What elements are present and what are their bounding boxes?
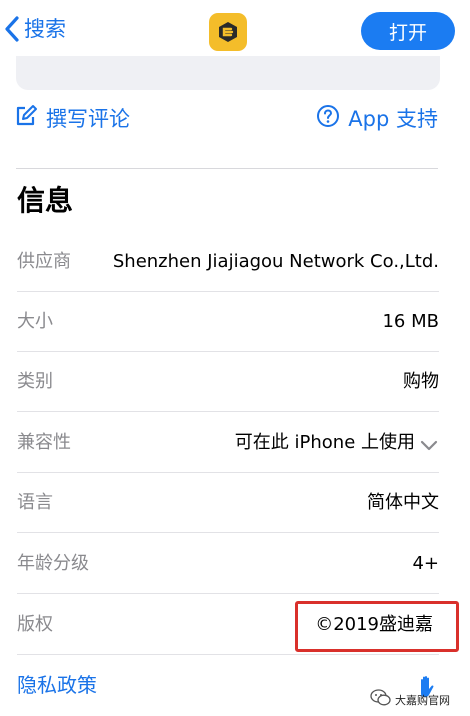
provider-label: 供应商: [17, 251, 71, 272]
compatibility-value: 可在此 iPhone 上使用: [234, 432, 415, 453]
write-review-label: 撰写评论: [46, 107, 130, 131]
age-rating-label: 年龄分级: [17, 553, 89, 574]
language-label: 语言: [17, 492, 53, 513]
nav-bar: 搜索 打开: [0, 0, 470, 60]
compose-icon: [14, 104, 38, 132]
row-separator: [17, 411, 439, 412]
chevron-down-icon[interactable]: [420, 436, 438, 455]
previous-section-card: [16, 56, 440, 90]
watermark: 大嘉购官网: [370, 688, 450, 712]
language-value: 简体中文: [367, 492, 439, 513]
app-logo-icon: [209, 13, 247, 51]
app-support-button[interactable]: App 支持: [316, 100, 438, 136]
app-support-label: App 支持: [348, 107, 438, 131]
category-label: 类别: [17, 371, 53, 392]
copyright-highlight-box: [295, 601, 459, 652]
info-row-category: 类别 购物: [17, 352, 439, 412]
help-circle-icon: [316, 104, 340, 132]
row-separator: [17, 593, 439, 594]
size-label: 大小: [17, 311, 53, 332]
write-review-button[interactable]: 撰写评论: [14, 100, 130, 136]
size-value: 16 MB: [382, 311, 439, 332]
age-rating-value: 4+: [412, 553, 439, 574]
watermark-text: 大嘉购官网: [395, 694, 450, 707]
section-divider: [16, 168, 438, 169]
row-separator: [17, 654, 439, 655]
info-row-size: 大小 16 MB: [17, 292, 439, 352]
back-label: 搜索: [24, 17, 66, 41]
provider-value: Shenzhen Jiajiagou Network Co.,Ltd.: [112, 251, 439, 272]
row-separator: [17, 532, 439, 533]
section-title: 信息: [17, 184, 74, 217]
chevron-left-icon: [4, 15, 20, 43]
info-row-language: 语言 简体中文: [17, 473, 439, 533]
privacy-policy-link[interactable]: 隐私政策: [17, 668, 97, 702]
info-row-age-rating: 年龄分级 4+: [17, 534, 439, 594]
info-row-compatibility[interactable]: 兼容性 可在此 iPhone 上使用: [17, 413, 439, 473]
info-row-provider: 供应商 Shenzhen Jiajiagou Network Co.,Ltd.: [17, 232, 439, 292]
category-value: 购物: [403, 371, 439, 392]
open-button[interactable]: 打开: [361, 12, 455, 50]
wechat-icon: [370, 688, 392, 712]
compatibility-label: 兼容性: [17, 432, 71, 453]
copyright-label: 版权: [17, 614, 53, 635]
back-button[interactable]: 搜索: [4, 14, 66, 44]
